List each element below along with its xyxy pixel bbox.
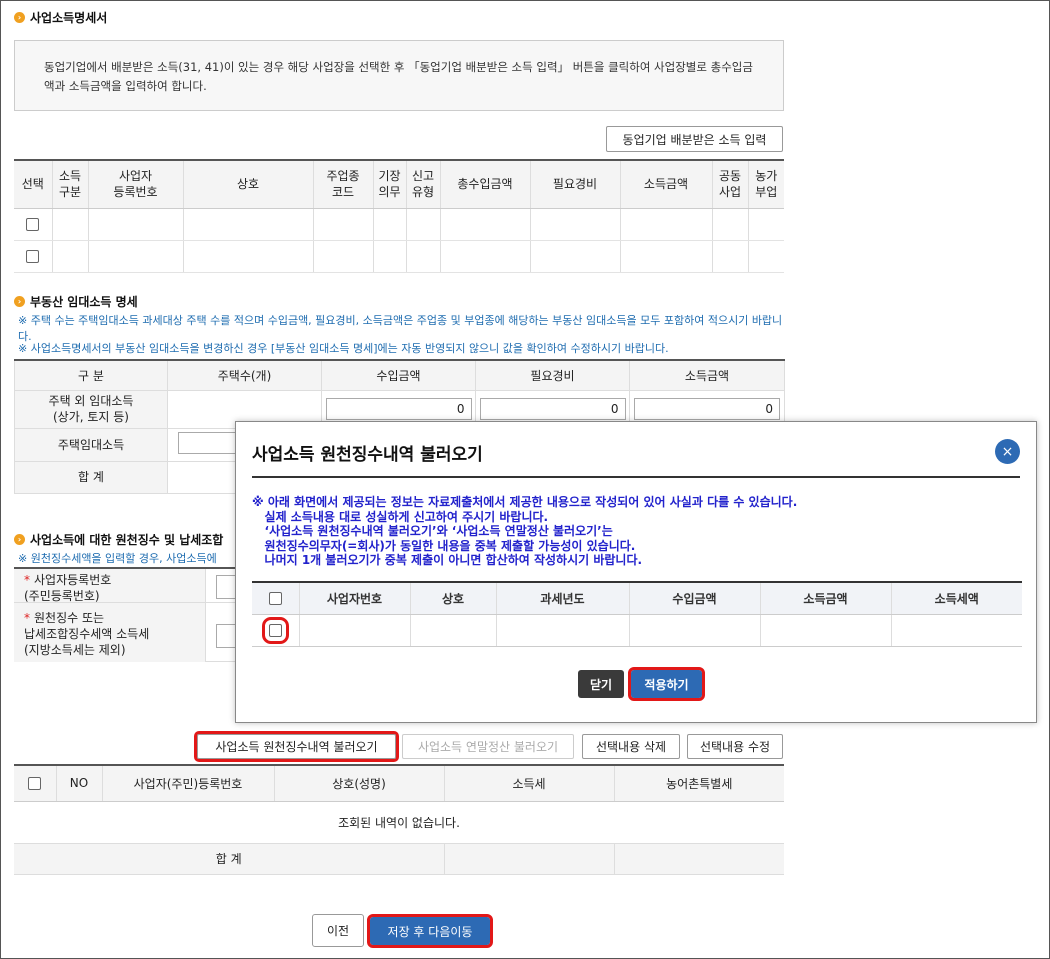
col-header: 소득세 [444,764,615,802]
col-header: 공동 사업 [712,159,749,209]
col-header: NO [56,764,103,802]
row-checkbox[interactable] [26,218,40,231]
delete-selected-button[interactable]: 선택내용 삭제 [582,734,680,759]
col-header: 소득금액 [620,159,713,209]
section-title-withholding: › 사업소득에 대한 원천징수 및 납세조합 [14,531,223,548]
info-text: 동업기업에서 배분받은 소득(31, 41)이 있는 경우 해당 사업장을 선택… [44,60,753,93]
edit-selected-button[interactable]: 선택내용 수정 [687,734,783,759]
business-income-table: 선택 소득 구분 사업자 등록번호 상호 주업종 코드 기장 의무 신고 유형 … [14,159,784,273]
field-label-text: 원천징수 또는 납세조합징수세액 소득세 (지방소득세는 제외) [24,611,150,657]
select-all-checkbox[interactable] [28,777,42,791]
table-header-row: 구 분 주택수(개) 수입금액 필요경비 소득금액 [14,359,785,391]
col-header: 상호 [183,159,314,209]
col-header: 사업자(주민)등록번호 [102,764,275,802]
col-header: 소득 구분 [52,159,89,209]
col-header: 신고 유형 [406,159,441,209]
withholding-list-table: NO 사업자(주민)등록번호 상호(성명) 소득세 농어촌특별세 조회된 내역이… [14,764,784,875]
row-label: 주택임대소득 [14,427,168,462]
col-header: 소득금액 [760,581,892,615]
col-header: 주택수(개) [167,359,322,391]
withholding-note: ※ 원천징수세액을 입력할 경우, 사업소득에 [18,552,217,565]
table-row [252,614,1022,647]
table-row [14,208,784,241]
section-title-rental-income: › 부동산 임대소득 명세 [14,293,138,310]
info-box: 동업기업에서 배분받은 소득(31, 41)이 있는 경우 해당 사업장을 선택… [14,40,784,111]
col-header: 총수입금액 [440,159,531,209]
modal-apply-button[interactable]: 적용하기 [628,667,705,701]
close-icon[interactable]: × [995,439,1020,464]
col-header: 소득세액 [891,581,1022,615]
business-number-input[interactable] [216,575,236,599]
rental-note-2: ※ 사업소득명세서의 부동산 임대소득을 변경하신 경우 [부동산 임대소득 명… [18,342,669,355]
table-header-row: 선택 소득 구분 사업자 등록번호 상호 주업종 코드 기장 의무 신고 유형 … [14,159,784,209]
bullet-icon: › [14,534,25,545]
row-label: 합 계 [14,460,168,494]
modal-select-all-checkbox[interactable] [268,592,282,606]
table-header-row: 사업자번호 상호 과세년도 수입금액 소득금액 소득세액 [252,581,1022,615]
row-checkbox[interactable] [26,250,40,263]
section-title-business-income: › 사업소득명세서 [14,9,107,26]
section-title-text: 부동산 임대소득 명세 [30,295,138,309]
withholding-tax-input[interactable] [216,624,236,648]
modal-close-button[interactable]: 닫기 [578,670,624,698]
save-next-button[interactable]: 저장 후 다음이동 [367,914,493,948]
modal-warning: ※ 아래 화면에서 제공되는 정보는 자료제출처에서 제공한 내용으로 작성되어… [252,495,798,567]
bullet-icon: › [14,296,25,307]
col-header: 과세년도 [496,581,630,615]
col-header: 사업자번호 [299,581,411,615]
yearend-load-button[interactable]: 사업소득 연말정산 불러오기 [402,734,574,759]
field-label-business-number: * 사업자등록번호 (주민등록번호) [24,572,111,604]
revenue-input[interactable]: 0 [325,398,472,420]
col-header: 소득금액 [629,359,785,391]
withholding-load-modal: 사업소득 원천징수내역 불러오기 × ※ 아래 화면에서 제공되는 정보는 자료… [235,421,1037,723]
col-header: 농어촌특별세 [614,764,784,802]
col-header: 구 분 [14,359,168,391]
partner-income-input-button[interactable]: 동업기업 배분받은 소득 입력 [606,126,783,152]
required-icon: * [24,573,30,587]
col-header: 사업자 등록번호 [88,159,184,209]
modal-divider [252,476,1020,478]
table-row [14,240,784,273]
withholding-load-button[interactable]: 사업소득 원천징수내역 불러오기 [194,731,399,762]
income-input[interactable]: 0 [634,398,780,420]
modal-row-checkbox[interactable] [261,617,289,644]
col-header: 필요경비 [475,359,630,391]
section-title-text: 사업소득에 대한 원천징수 및 납세조합 [30,533,224,547]
modal-title: 사업소득 원천징수내역 불러오기 [252,445,483,465]
col-header: 상호 [410,581,497,615]
expense-input[interactable]: 0 [479,398,626,420]
col-header: 필요경비 [530,159,621,209]
total-label: 합 계 [14,843,445,875]
col-header: 주업종 코드 [313,159,374,209]
total-row: 합 계 [14,843,784,875]
col-header: 농가 부업 [748,159,784,209]
empty-row: 조회된 내역이 없습니다. [14,801,784,844]
col-header: 상호(성명) [274,764,445,802]
table-header-row: NO 사업자(주민)등록번호 상호(성명) 소득세 농어촌특별세 [14,764,784,802]
bullet-icon: › [14,12,25,23]
field-label-withholding-tax: * 원천징수 또는 납세조합징수세액 소득세 (지방소득세는 제외) [24,610,149,658]
col-header: 기장 의무 [373,159,407,209]
col-header: 선택 [14,159,53,209]
required-icon: * [24,611,30,625]
field-label-text: 사업자등록번호 (주민등록번호) [24,573,112,603]
row-label: 주택 외 임대소득 (상가, 토지 등) [14,389,168,429]
modal-table: 사업자번호 상호 과세년도 수입금액 소득금액 소득세액 [252,581,1022,647]
col-header: 수입금액 [321,359,476,391]
section-title-text: 사업소득명세서 [30,11,108,25]
empty-message: 조회된 내역이 없습니다. [14,801,784,844]
house-count-input[interactable] [178,432,238,454]
col-header: 수입금액 [629,581,761,615]
prev-button[interactable]: 이전 [312,914,364,947]
